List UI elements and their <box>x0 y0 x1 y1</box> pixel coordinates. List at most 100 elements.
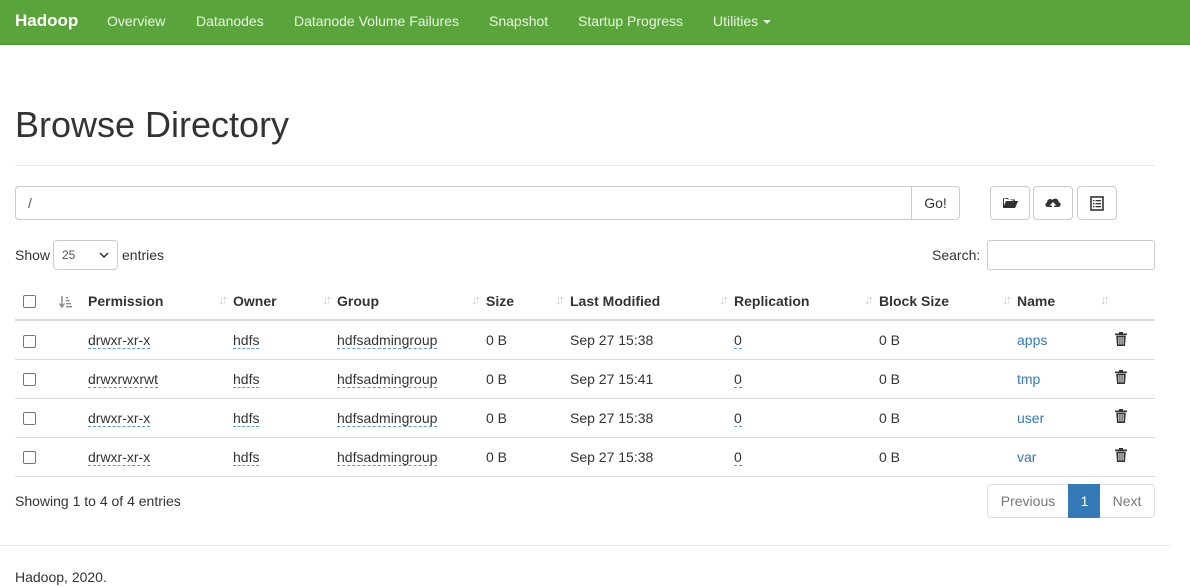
table-info: Showing 1 to 4 of 4 entries <box>15 493 181 509</box>
header-name-label: Name <box>1017 292 1056 309</box>
search-input[interactable] <box>987 240 1155 270</box>
header-owner[interactable]: Owner ↓↑ <box>233 282 337 321</box>
owner-cell: hdfs <box>233 320 337 360</box>
nav-utilities-label: Utilities <box>713 13 759 29</box>
replication-cell: 0 <box>734 359 879 399</box>
group-link[interactable]: hdfsadmingroup <box>337 409 438 427</box>
replication-link[interactable]: 0 <box>734 331 742 349</box>
header-size-label: Size <box>486 292 515 309</box>
group-link[interactable]: hdfsadmingroup <box>337 370 438 388</box>
header-replication[interactable]: Replication ↓↑ <box>734 282 879 321</box>
permission-link[interactable]: drwxr-xr-x <box>88 409 151 427</box>
replication-link[interactable]: 0 <box>734 448 742 466</box>
permission-cell: drwxr-xr-x <box>88 437 233 477</box>
sort-header[interactable] <box>45 282 88 321</box>
delete-cell <box>1115 359 1155 399</box>
go-button[interactable]: Go! <box>911 186 960 220</box>
block-size-cell: 0 B <box>879 320 1017 360</box>
sort-both-icon: ↓↑ <box>719 292 729 307</box>
size-cell: 0 B <box>486 437 570 477</box>
replication-link[interactable]: 0 <box>734 409 742 427</box>
create-directory-button[interactable] <box>990 186 1030 220</box>
row-checkbox[interactable] <box>23 412 36 426</box>
chevron-down-icon <box>99 252 109 258</box>
header-block-size-label: Block Size <box>879 292 950 309</box>
header-name[interactable]: Name ↓↑ <box>1017 282 1115 321</box>
owner-link[interactable]: hdfs <box>233 370 260 388</box>
name-cell: tmp <box>1017 359 1115 399</box>
replication-cell: 0 <box>734 437 879 477</box>
group-cell: hdfsadmingroup <box>337 437 486 477</box>
owner-link[interactable]: hdfs <box>233 448 260 466</box>
owner-cell: hdfs <box>233 437 337 477</box>
row-select-cell <box>15 398 45 438</box>
table-header-row: Permission ↓↑ Owner ↓↑ Group ↓↑ Size ↓↑ Last… <box>15 282 1155 321</box>
search-label: Search: <box>932 247 981 263</box>
sort-both-icon: ↓↑ <box>864 292 874 307</box>
owner-link[interactable]: hdfs <box>233 331 260 349</box>
folder-open-icon <box>1002 198 1018 208</box>
name-link[interactable]: tmp <box>1017 371 1040 387</box>
table-row: drwxr-xr-x hdfs hdfsadmingroup 0 B Sep 27 15… <box>15 437 1155 477</box>
block-size-cell: 0 B <box>879 437 1017 477</box>
header-block-size[interactable]: Block Size ↓↑ <box>879 282 1017 321</box>
header-permission[interactable]: Permission ↓↑ <box>88 282 233 321</box>
group-link[interactable]: hdfsadmingroup <box>337 448 438 466</box>
trash-icon[interactable] <box>1115 448 1127 465</box>
permission-cell: drwxr-xr-x <box>88 320 233 360</box>
name-link[interactable]: user <box>1017 410 1044 426</box>
cut-paste-button[interactable] <box>1077 186 1117 220</box>
pagination-next[interactable]: Next <box>1100 484 1155 518</box>
nav-datanode-volume-failures[interactable]: Datanode Volume Failures <box>294 13 459 29</box>
show-label: Show <box>15 247 51 263</box>
sort-amount-icon <box>58 295 72 308</box>
owner-link[interactable]: hdfs <box>233 409 260 427</box>
header-size[interactable]: Size ↓↑ <box>486 282 570 321</box>
brand-logo[interactable]: Hadoop <box>15 11 78 31</box>
group-cell: hdfsadmingroup <box>337 398 486 438</box>
header-last-modified-label: Last Modified <box>570 292 661 309</box>
permission-link[interactable]: drwxr-xr-x <box>88 448 151 466</box>
sort-both-icon: ↓↑ <box>322 292 332 307</box>
permission-cell: drwxr-xr-x <box>88 398 233 438</box>
nav-datanodes[interactable]: Datanodes <box>196 13 264 29</box>
trash-icon[interactable] <box>1115 331 1127 349</box>
sort-both-icon: ↓↑ <box>1100 292 1110 307</box>
row-checkbox[interactable] <box>23 373 36 387</box>
trash-icon[interactable] <box>1115 409 1127 426</box>
size-cell: 0 B <box>486 398 570 438</box>
nav-utilities-dropdown[interactable]: Utilities <box>713 13 772 29</box>
nav-startup-progress[interactable]: Startup Progress <box>578 13 683 29</box>
row-checkbox[interactable] <box>23 334 36 348</box>
nav-snapshot[interactable]: Snapshot <box>489 13 548 29</box>
sort-both-icon: ↓↑ <box>471 292 481 307</box>
group-cell: hdfsadmingroup <box>337 320 486 360</box>
file-table: Permission ↓↑ Owner ↓↑ Group ↓↑ Size ↓↑ Last… <box>15 282 1155 477</box>
pagination-page-1[interactable]: 1 <box>1068 484 1101 518</box>
name-link[interactable]: apps <box>1017 332 1047 348</box>
select-all-checkbox[interactable] <box>23 295 36 309</box>
group-link[interactable]: hdfsadmingroup <box>337 331 438 349</box>
row-select-cell <box>15 320 45 360</box>
permission-link[interactable]: drwxrwxrwt <box>88 370 158 388</box>
pagination-previous[interactable]: Previous <box>987 484 1069 518</box>
header-group[interactable]: Group ↓↑ <box>337 282 486 321</box>
path-input[interactable] <box>15 186 912 220</box>
entries-per-page-select[interactable]: 25 <box>53 240 118 270</box>
delete-cell <box>1115 398 1155 438</box>
name-link[interactable]: var <box>1017 449 1036 465</box>
block-size-cell: 0 B <box>879 359 1017 399</box>
header-last-modified[interactable]: Last Modified ↓↑ <box>570 282 734 321</box>
row-checkbox[interactable] <box>23 451 36 465</box>
replication-cell: 0 <box>734 398 879 438</box>
name-cell: var <box>1017 437 1115 477</box>
trash-icon[interactable] <box>1115 370 1127 387</box>
nav-overview[interactable]: Overview <box>107 13 165 29</box>
size-cell: 0 B <box>486 320 570 360</box>
table-row: drwxrwxrwt hdfs hdfsadmingroup 0 B Sep 27 15… <box>15 359 1155 399</box>
sort-both-icon: ↓↑ <box>1002 292 1012 307</box>
permission-link[interactable]: drwxr-xr-x <box>88 331 151 349</box>
header-replication-label: Replication <box>734 292 810 309</box>
upload-button[interactable] <box>1033 186 1073 220</box>
replication-link[interactable]: 0 <box>734 370 742 388</box>
